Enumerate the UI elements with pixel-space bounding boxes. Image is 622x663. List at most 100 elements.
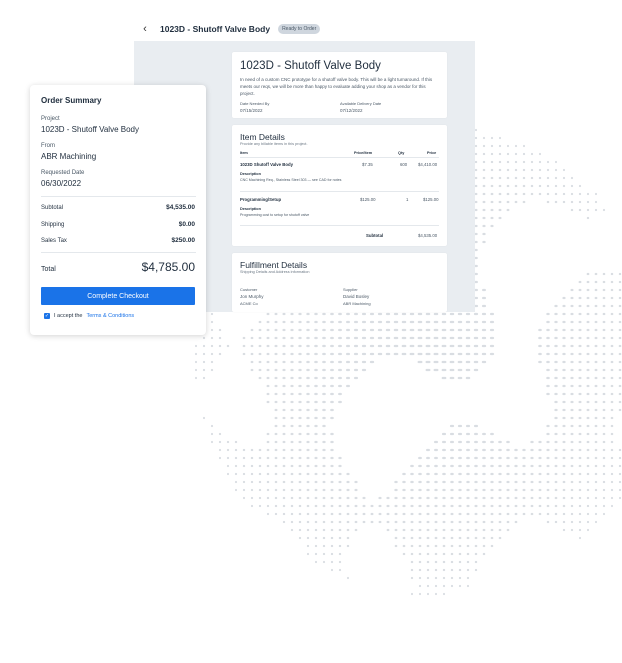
globe-dot [306, 496, 310, 500]
divider [240, 157, 439, 158]
globe-dot [322, 560, 326, 564]
globe-dot [586, 480, 590, 484]
globe-dot [570, 360, 574, 364]
globe-dot [306, 336, 310, 340]
globe-dot [602, 400, 606, 404]
globe-dot [473, 368, 479, 372]
col-price-item: Price/Item [354, 151, 373, 155]
globe-dot [290, 320, 294, 324]
globe-dot [610, 400, 614, 404]
globe-dot [282, 352, 286, 356]
globe-dot [506, 456, 510, 460]
globe-dot [314, 360, 318, 364]
globe-dot [570, 336, 574, 340]
globe-dot [594, 320, 598, 324]
globe-dot [433, 320, 439, 324]
date-needed-value: 07/15/2022 [240, 108, 263, 113]
globe-dot [354, 328, 358, 332]
globe-dot [434, 560, 438, 564]
globe-dot [434, 536, 438, 540]
globe-dot [458, 480, 462, 484]
globe-dot [330, 560, 334, 564]
globe-dot [442, 456, 446, 460]
globe-dot [514, 472, 518, 476]
globe-dot [409, 344, 415, 348]
globe-dot [578, 424, 582, 428]
globe-dot [450, 552, 454, 556]
globe-dot [465, 328, 471, 332]
globe-dot [410, 560, 414, 564]
globe-dot [522, 512, 526, 516]
globe-dot [442, 496, 446, 500]
globe-dot [474, 520, 478, 524]
globe-dot [338, 368, 342, 372]
globe-dot [450, 496, 454, 500]
complete-checkout-button[interactable]: Complete Checkout [41, 287, 195, 305]
globe-dot [433, 352, 439, 356]
globe-dot [602, 208, 606, 212]
globe-dot [546, 200, 550, 204]
globe-dot [282, 432, 286, 436]
globe-dot [610, 384, 614, 388]
globe-dot [441, 352, 447, 356]
globe-dot [482, 480, 486, 484]
requested-date-label: Requested Date [41, 170, 85, 176]
globe-dot [290, 512, 294, 516]
globe-dot [378, 512, 382, 516]
globe-dot [466, 496, 470, 500]
globe-dot [290, 368, 294, 372]
globe-dot [410, 592, 414, 596]
globe-dot [266, 392, 270, 396]
globe-dot [298, 336, 302, 340]
globe-dot [602, 384, 606, 388]
globe-dot [314, 384, 318, 388]
globe-dot [266, 480, 270, 484]
globe-dot [338, 376, 342, 380]
globe-dot [322, 512, 326, 516]
globe-dot [346, 376, 350, 380]
globe-dot [538, 360, 542, 364]
globe-dot [554, 424, 558, 428]
globe-dot [434, 448, 438, 452]
globe-dot [410, 504, 414, 508]
globe-dot [602, 296, 606, 300]
globe-dot [490, 544, 494, 548]
globe-dot [218, 344, 222, 348]
globe-dot [266, 360, 270, 364]
globe-dot [274, 384, 278, 388]
globe-dot [546, 168, 550, 172]
globe-dot [322, 440, 326, 444]
globe-dot [282, 456, 286, 460]
globe-dot [610, 280, 614, 284]
globe-dot [450, 472, 454, 476]
terms-link[interactable]: Terms & Conditions [86, 313, 134, 319]
globe-dot [554, 368, 558, 372]
globe-dot [586, 320, 590, 324]
globe-dot [306, 504, 310, 508]
globe-dot [242, 352, 246, 356]
terms-checkbox[interactable]: ✓ [44, 313, 50, 319]
globe-dot [290, 480, 294, 484]
globe-dot [450, 584, 454, 588]
globe-dot [473, 360, 479, 364]
globe-dot [377, 328, 383, 332]
globe-dot [450, 544, 454, 548]
globe-dot [274, 328, 278, 332]
globe-dot [490, 136, 494, 140]
globe-dot [473, 336, 479, 340]
globe-dot [618, 272, 622, 276]
chevron-left-icon[interactable]: ‹ [138, 23, 152, 35]
globe-dot [442, 504, 446, 508]
globe-dot [474, 160, 478, 164]
globe-dot [594, 208, 598, 212]
globe-dot [490, 464, 494, 468]
globe-dot [546, 352, 550, 356]
col-qty: Qty [398, 151, 405, 155]
globe-dot [338, 560, 342, 564]
globe-dot [298, 464, 302, 468]
globe-dot [274, 448, 278, 452]
globe-dot [450, 520, 454, 524]
globe-dot [434, 488, 438, 492]
globe-dot [602, 464, 606, 468]
globe-dot [562, 176, 566, 180]
